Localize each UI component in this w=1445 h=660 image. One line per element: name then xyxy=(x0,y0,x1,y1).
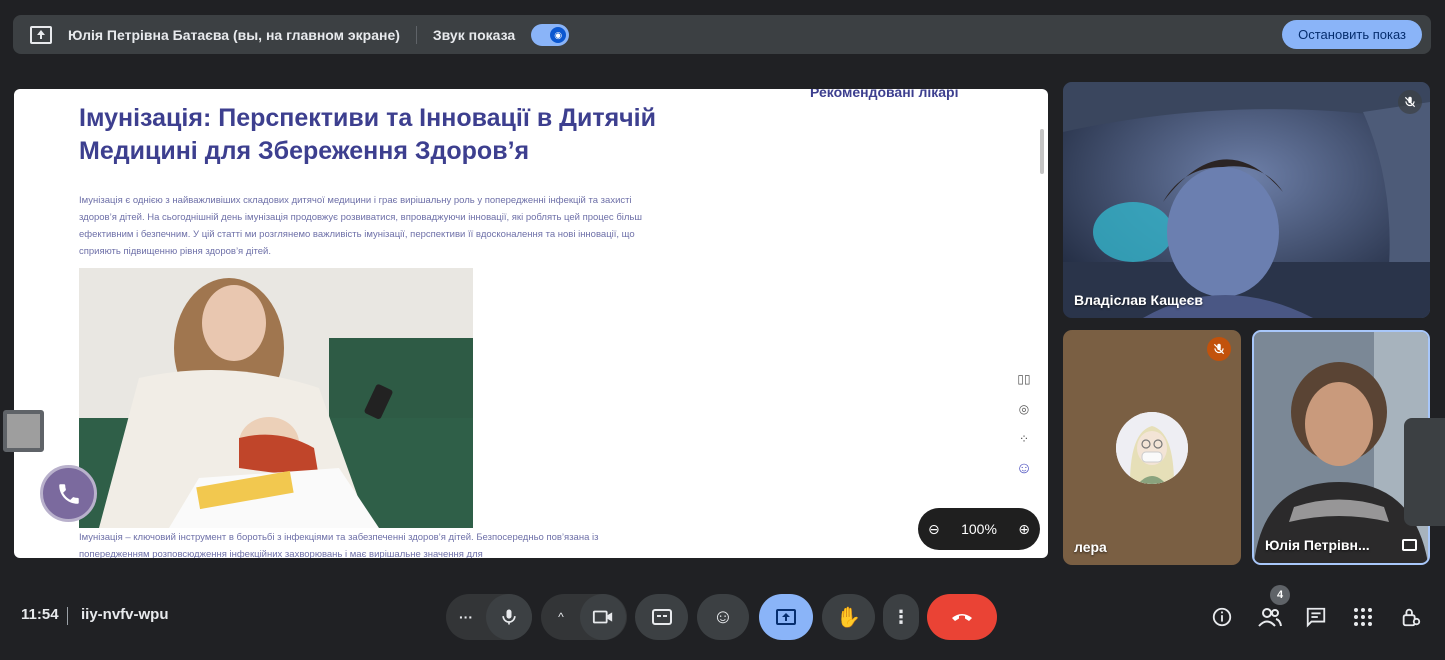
sound-label: Звук показа xyxy=(432,26,516,43)
meet-window: Юлія Петрівна Батаєва (вы, на главном эк… xyxy=(0,0,1445,660)
picture-in-picture-icon[interactable] xyxy=(1402,539,1417,551)
captions-icon xyxy=(651,609,672,625)
participant-video xyxy=(1063,82,1430,318)
presenting-bar: Юлія Петрівна Батаєва (вы, на главном эк… xyxy=(13,15,1431,54)
people-icon xyxy=(1258,608,1282,627)
camera-button[interactable] xyxy=(580,594,626,640)
article-body: Імунізація – ключовий інструмент в борот… xyxy=(79,532,599,558)
more-vertical-icon: ⋮ xyxy=(892,606,910,627)
zoom-in-icon[interactable]: ⊕ xyxy=(1018,521,1030,538)
mic-off-icon xyxy=(1207,337,1231,361)
scrollbar-thumb[interactable] xyxy=(1040,129,1044,174)
camera-icon xyxy=(592,610,613,624)
stop-presenting-button[interactable]: Остановить показ xyxy=(1282,20,1422,49)
floating-widget[interactable] xyxy=(3,410,44,452)
chat-icon xyxy=(1306,607,1326,628)
info-icon xyxy=(1212,607,1232,627)
participant-name: Владіслав Кащеєв xyxy=(1074,292,1203,308)
microphone-icon xyxy=(502,609,516,625)
presenter-label: Юлія Петрівна Батаєва (вы, на главном эк… xyxy=(68,26,400,43)
meeting-details-button[interactable] xyxy=(1207,602,1237,632)
reactions-button[interactable]: ☺ xyxy=(697,594,749,640)
apps-grid-icon xyxy=(1354,608,1372,626)
mic-off-icon xyxy=(1398,90,1422,114)
divider xyxy=(67,607,68,625)
host-controls-button[interactable] xyxy=(1396,602,1426,632)
participant-video xyxy=(1254,332,1428,563)
side-panel-handle[interactable] xyxy=(1404,418,1445,526)
more-horizontal-icon: ··· xyxy=(459,609,473,625)
chat-button[interactable] xyxy=(1301,602,1331,632)
emoji-icon: ☺ xyxy=(712,605,734,628)
raise-hand-button[interactable]: ✋ xyxy=(822,594,875,640)
present-screen-icon xyxy=(776,609,796,625)
captions-button[interactable] xyxy=(635,594,688,640)
meeting-code: iiy-nvfv-wpu xyxy=(81,606,169,623)
people-button[interactable] xyxy=(1255,602,1285,632)
microphone-button[interactable] xyxy=(486,594,532,640)
participant-name: лера xyxy=(1074,539,1107,555)
phone-call-button[interactable] xyxy=(40,465,97,522)
page-side-tools: ▯▯ ◎ ⁘ ☺ xyxy=(1006,364,1042,484)
hand-icon: ✋ xyxy=(836,606,861,629)
grid-icon[interactable]: ⁘ xyxy=(1006,424,1042,454)
book-icon[interactable]: ▯▯ xyxy=(1006,364,1042,394)
article-photo xyxy=(79,268,473,528)
participant-name: Юлія Петрівн... xyxy=(1265,537,1370,553)
broadcast-icon[interactable]: ◎ xyxy=(1006,394,1042,424)
divider xyxy=(415,25,417,44)
present-screen-icon xyxy=(30,25,52,44)
leave-call-button[interactable] xyxy=(927,594,997,640)
participant-tile[interactable]: лера xyxy=(1063,330,1241,565)
zoom-control: ⊖ 100% ⊕ xyxy=(918,508,1040,550)
zoom-out-icon[interactable]: ⊖ xyxy=(928,521,940,538)
more-options-button[interactable]: ⋮ xyxy=(883,594,919,640)
phone-icon xyxy=(58,483,79,504)
camera-options-button[interactable]: ^ xyxy=(541,594,581,640)
present-now-button[interactable] xyxy=(759,594,813,640)
recommended-doctors-link: Рекомендовані лікарі xyxy=(810,89,959,100)
meeting-time: 11:54 xyxy=(21,606,59,623)
more-audio-options-button[interactable]: ··· xyxy=(446,594,486,640)
sound-toggle[interactable]: ◉ xyxy=(531,23,570,46)
lock-person-icon xyxy=(1402,608,1421,627)
chevron-up-icon: ^ xyxy=(558,610,564,624)
avatar xyxy=(1116,412,1188,484)
article-intro: Імунізація є однією з найважливіших скла… xyxy=(79,195,642,257)
hang-up-icon xyxy=(952,614,972,621)
zoom-level: 100% xyxy=(961,521,997,537)
assistant-icon[interactable]: ☺ xyxy=(1006,454,1042,484)
volume-icon: ◉ xyxy=(550,26,567,43)
activities-button[interactable] xyxy=(1348,602,1378,632)
shared-screen[interactable]: Рекомендовані лікарі Імунізація: Перспек… xyxy=(14,89,1048,558)
article-title: Імунізація: Перспективи та Інновації в Д… xyxy=(79,104,656,165)
participant-tile[interactable]: Владіслав Кащеєв xyxy=(1063,82,1430,318)
